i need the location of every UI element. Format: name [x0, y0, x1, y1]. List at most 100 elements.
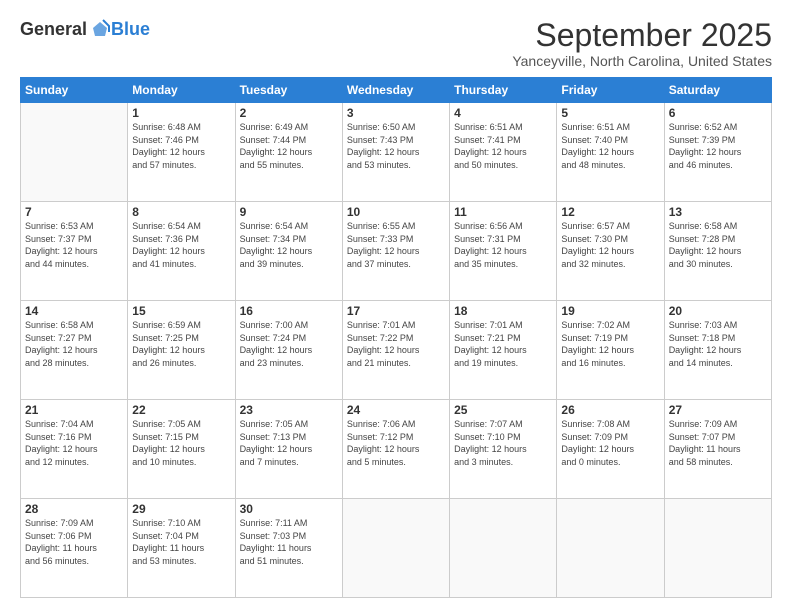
table-cell: 23Sunrise: 7:05 AMSunset: 7:13 PMDayligh… — [235, 400, 342, 499]
day-number: 28 — [25, 502, 123, 516]
day-info: Sunrise: 6:49 AMSunset: 7:44 PMDaylight:… — [240, 121, 338, 171]
day-number: 7 — [25, 205, 123, 219]
table-cell: 22Sunrise: 7:05 AMSunset: 7:15 PMDayligh… — [128, 400, 235, 499]
day-info: Sunrise: 7:11 AMSunset: 7:03 PMDaylight:… — [240, 517, 338, 567]
week-row-2: 7Sunrise: 6:53 AMSunset: 7:37 PMDaylight… — [21, 202, 772, 301]
day-info: Sunrise: 7:02 AMSunset: 7:19 PMDaylight:… — [561, 319, 659, 369]
day-number: 19 — [561, 304, 659, 318]
header: General Blue September 2025 Yanceyville,… — [20, 18, 772, 69]
table-cell: 15Sunrise: 6:59 AMSunset: 7:25 PMDayligh… — [128, 301, 235, 400]
table-cell — [342, 499, 449, 598]
day-info: Sunrise: 6:59 AMSunset: 7:25 PMDaylight:… — [132, 319, 230, 369]
logo-general-text: General — [20, 19, 87, 40]
table-cell: 14Sunrise: 6:58 AMSunset: 7:27 PMDayligh… — [21, 301, 128, 400]
table-cell: 17Sunrise: 7:01 AMSunset: 7:22 PMDayligh… — [342, 301, 449, 400]
table-cell: 27Sunrise: 7:09 AMSunset: 7:07 PMDayligh… — [664, 400, 771, 499]
day-info: Sunrise: 7:07 AMSunset: 7:10 PMDaylight:… — [454, 418, 552, 468]
table-cell: 16Sunrise: 7:00 AMSunset: 7:24 PMDayligh… — [235, 301, 342, 400]
day-number: 24 — [347, 403, 445, 417]
col-saturday: Saturday — [664, 78, 771, 103]
day-info: Sunrise: 6:48 AMSunset: 7:46 PMDaylight:… — [132, 121, 230, 171]
day-info: Sunrise: 7:00 AMSunset: 7:24 PMDaylight:… — [240, 319, 338, 369]
day-number: 27 — [669, 403, 767, 417]
table-cell: 4Sunrise: 6:51 AMSunset: 7:41 PMDaylight… — [450, 103, 557, 202]
day-info: Sunrise: 6:57 AMSunset: 7:30 PMDaylight:… — [561, 220, 659, 270]
day-info: Sunrise: 6:55 AMSunset: 7:33 PMDaylight:… — [347, 220, 445, 270]
col-friday: Friday — [557, 78, 664, 103]
logo: General Blue — [20, 18, 150, 40]
day-number: 29 — [132, 502, 230, 516]
col-sunday: Sunday — [21, 78, 128, 103]
day-info: Sunrise: 7:01 AMSunset: 7:22 PMDaylight:… — [347, 319, 445, 369]
table-cell: 18Sunrise: 7:01 AMSunset: 7:21 PMDayligh… — [450, 301, 557, 400]
day-info: Sunrise: 6:54 AMSunset: 7:34 PMDaylight:… — [240, 220, 338, 270]
table-cell: 8Sunrise: 6:54 AMSunset: 7:36 PMDaylight… — [128, 202, 235, 301]
table-cell: 1Sunrise: 6:48 AMSunset: 7:46 PMDaylight… — [128, 103, 235, 202]
col-wednesday: Wednesday — [342, 78, 449, 103]
table-cell: 19Sunrise: 7:02 AMSunset: 7:19 PMDayligh… — [557, 301, 664, 400]
table-cell: 24Sunrise: 7:06 AMSunset: 7:12 PMDayligh… — [342, 400, 449, 499]
day-number: 8 — [132, 205, 230, 219]
table-cell: 30Sunrise: 7:11 AMSunset: 7:03 PMDayligh… — [235, 499, 342, 598]
day-number: 21 — [25, 403, 123, 417]
day-number: 9 — [240, 205, 338, 219]
day-number: 4 — [454, 106, 552, 120]
title-area: September 2025 Yanceyville, North Caroli… — [512, 18, 772, 69]
table-cell — [664, 499, 771, 598]
day-number: 17 — [347, 304, 445, 318]
table-cell: 6Sunrise: 6:52 AMSunset: 7:39 PMDaylight… — [664, 103, 771, 202]
day-info: Sunrise: 6:51 AMSunset: 7:41 PMDaylight:… — [454, 121, 552, 171]
day-number: 16 — [240, 304, 338, 318]
day-number: 26 — [561, 403, 659, 417]
table-cell: 10Sunrise: 6:55 AMSunset: 7:33 PMDayligh… — [342, 202, 449, 301]
day-info: Sunrise: 6:51 AMSunset: 7:40 PMDaylight:… — [561, 121, 659, 171]
day-info: Sunrise: 7:01 AMSunset: 7:21 PMDaylight:… — [454, 319, 552, 369]
table-cell: 12Sunrise: 6:57 AMSunset: 7:30 PMDayligh… — [557, 202, 664, 301]
week-row-4: 21Sunrise: 7:04 AMSunset: 7:16 PMDayligh… — [21, 400, 772, 499]
table-cell: 9Sunrise: 6:54 AMSunset: 7:34 PMDaylight… — [235, 202, 342, 301]
day-info: Sunrise: 6:58 AMSunset: 7:28 PMDaylight:… — [669, 220, 767, 270]
day-number: 14 — [25, 304, 123, 318]
day-info: Sunrise: 7:08 AMSunset: 7:09 PMDaylight:… — [561, 418, 659, 468]
day-info: Sunrise: 7:03 AMSunset: 7:18 PMDaylight:… — [669, 319, 767, 369]
day-info: Sunrise: 6:54 AMSunset: 7:36 PMDaylight:… — [132, 220, 230, 270]
table-cell: 2Sunrise: 6:49 AMSunset: 7:44 PMDaylight… — [235, 103, 342, 202]
table-cell — [450, 499, 557, 598]
logo-icon — [89, 18, 111, 40]
table-cell: 5Sunrise: 6:51 AMSunset: 7:40 PMDaylight… — [557, 103, 664, 202]
page: General Blue September 2025 Yanceyville,… — [0, 0, 792, 612]
day-number: 25 — [454, 403, 552, 417]
col-thursday: Thursday — [450, 78, 557, 103]
day-info: Sunrise: 7:09 AMSunset: 7:07 PMDaylight:… — [669, 418, 767, 468]
col-monday: Monday — [128, 78, 235, 103]
day-info: Sunrise: 7:04 AMSunset: 7:16 PMDaylight:… — [25, 418, 123, 468]
table-cell — [557, 499, 664, 598]
table-cell — [21, 103, 128, 202]
table-cell: 20Sunrise: 7:03 AMSunset: 7:18 PMDayligh… — [664, 301, 771, 400]
table-cell: 13Sunrise: 6:58 AMSunset: 7:28 PMDayligh… — [664, 202, 771, 301]
day-number: 11 — [454, 205, 552, 219]
day-number: 20 — [669, 304, 767, 318]
day-number: 6 — [669, 106, 767, 120]
day-number: 22 — [132, 403, 230, 417]
day-info: Sunrise: 6:58 AMSunset: 7:27 PMDaylight:… — [25, 319, 123, 369]
day-number: 23 — [240, 403, 338, 417]
table-cell: 11Sunrise: 6:56 AMSunset: 7:31 PMDayligh… — [450, 202, 557, 301]
day-number: 30 — [240, 502, 338, 516]
col-tuesday: Tuesday — [235, 78, 342, 103]
day-info: Sunrise: 7:10 AMSunset: 7:04 PMDaylight:… — [132, 517, 230, 567]
week-row-3: 14Sunrise: 6:58 AMSunset: 7:27 PMDayligh… — [21, 301, 772, 400]
table-cell: 7Sunrise: 6:53 AMSunset: 7:37 PMDaylight… — [21, 202, 128, 301]
day-number: 12 — [561, 205, 659, 219]
day-number: 13 — [669, 205, 767, 219]
day-info: Sunrise: 7:05 AMSunset: 7:15 PMDaylight:… — [132, 418, 230, 468]
day-number: 18 — [454, 304, 552, 318]
day-number: 1 — [132, 106, 230, 120]
day-info: Sunrise: 6:50 AMSunset: 7:43 PMDaylight:… — [347, 121, 445, 171]
day-info: Sunrise: 6:53 AMSunset: 7:37 PMDaylight:… — [25, 220, 123, 270]
day-number: 3 — [347, 106, 445, 120]
table-cell: 3Sunrise: 6:50 AMSunset: 7:43 PMDaylight… — [342, 103, 449, 202]
day-info: Sunrise: 7:05 AMSunset: 7:13 PMDaylight:… — [240, 418, 338, 468]
table-cell: 26Sunrise: 7:08 AMSunset: 7:09 PMDayligh… — [557, 400, 664, 499]
location: Yanceyville, North Carolina, United Stat… — [512, 53, 772, 69]
